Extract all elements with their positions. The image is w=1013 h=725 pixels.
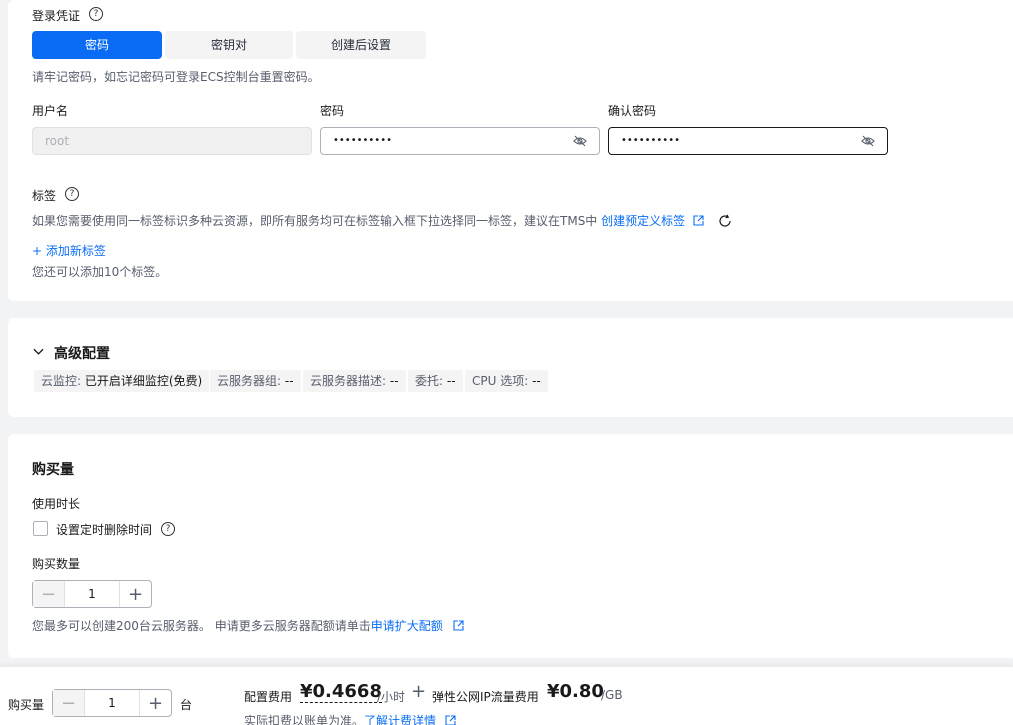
eip-fee-value: ¥0.80 — [547, 681, 604, 702]
plus-sign: + — [411, 681, 427, 702]
chip-server-group-value: -- — [284, 374, 294, 388]
footer-qty-label: 购买量 — [8, 698, 45, 712]
tags-hint-row: 如果您需要使用同一标签标识多种云资源，即所有服务均可在标签输入框下拉选择同一标签… — [32, 212, 732, 229]
eip-fee-label: 弹性公网IP流量费用 — [432, 690, 539, 704]
tab-password-label: 密码 — [84, 38, 109, 52]
create-predefined-tag-link[interactable]: 创建预定义标签 — [601, 214, 685, 228]
external-link-icon[interactable] — [445, 715, 456, 725]
footer-quantity-stepper[interactable]: − 1 + — [52, 689, 172, 717]
quantity-decrement-button[interactable]: − — [33, 581, 65, 607]
footer-bar: 购买量 − 1 + 台 配置费用 ¥0.4668 /小时 + 弹性公网IP流量费… — [0, 667, 1013, 725]
chip-monitoring-value: 已开启详细监控(免费) — [84, 374, 203, 388]
chip-monitoring-key: 云监控: — [41, 374, 85, 388]
chip-server-group-key: 云服务器组: — [217, 374, 285, 388]
schedule-delete-help-icon[interactable]: ? — [161, 522, 175, 536]
tab-set-later[interactable]: 创建后设置 — [296, 31, 426, 59]
footer-decrement-button[interactable]: − — [53, 690, 85, 716]
password-value: •••••••••• — [333, 135, 392, 146]
tags-hint: 如果您需要使用同一标签标识多种云资源，即所有服务均可在标签输入框下拉选择同一标签… — [32, 214, 598, 228]
tab-keypair[interactable]: 密钥对 — [165, 31, 293, 59]
footer-qty-unit: 台 — [180, 698, 193, 712]
password-label: 密码 — [320, 104, 345, 118]
password-field[interactable]: •••••••••• — [320, 127, 600, 155]
username-field: root — [32, 127, 312, 155]
tab-password[interactable]: 密码 — [32, 31, 162, 59]
login-title: 登录凭证 — [32, 9, 81, 23]
footer-quantity-value[interactable]: 1 — [85, 690, 139, 716]
external-link-icon[interactable] — [453, 620, 464, 631]
chevron-down-icon[interactable] — [33, 348, 44, 356]
confirm-password-value: •••••••••• — [621, 135, 680, 146]
schedule-delete-label[interactable]: 设置定时删除时间 — [56, 521, 152, 538]
quantity-value[interactable]: 1 — [65, 581, 119, 607]
chip-cpu-options-value: -- — [532, 374, 541, 388]
chip-description-value: -- — [389, 374, 399, 388]
schedule-delete-checkbox[interactable] — [33, 521, 48, 536]
eye-hidden-icon[interactable] — [861, 135, 875, 147]
config-fee-label: 配置费用 — [244, 690, 293, 704]
quota-hint-row: 您最多可以创建200台云服务器。 申请更多云服务器配额请单击申请扩大配额 — [32, 617, 464, 634]
tags-help-icon[interactable]: ? — [65, 187, 79, 201]
chip-description: 云服务器描述: -- — [303, 370, 406, 392]
tags-title: 标签 — [32, 189, 57, 203]
chip-agency-value: -- — [446, 374, 456, 388]
chip-server-group: 云服务器组: -- — [210, 370, 301, 392]
password-hint: 请牢记密码，如忘记密码可登录ECS控制台重置密码。 — [32, 70, 320, 84]
username-value: root — [45, 134, 70, 148]
quantity-label: 购买数量 — [32, 557, 81, 571]
duration-label: 使用时长 — [32, 497, 81, 511]
quantity-increment-button[interactable]: + — [119, 581, 151, 607]
footer-increment-button[interactable]: + — [139, 690, 171, 716]
purchase-title: 购买量 — [32, 462, 74, 478]
billing-note-row: 实际扣费以账单为准。了解计费详情 — [244, 712, 456, 725]
refresh-icon[interactable] — [718, 214, 732, 228]
chip-agency-key: 委托: — [415, 374, 447, 388]
eye-hidden-icon[interactable] — [573, 135, 587, 147]
login-help-icon[interactable]: ? — [89, 7, 103, 21]
tab-keypair-label: 密钥对 — [210, 38, 247, 52]
billing-note: 实际扣费以账单为准。 — [244, 714, 365, 725]
config-fee-value[interactable]: ¥0.4668 — [300, 681, 382, 703]
config-fee-unit: /小时 — [377, 690, 406, 704]
add-tag-link[interactable]: + 添加新标签 — [32, 242, 106, 259]
apply-quota-link[interactable]: 申请扩大配额 — [371, 619, 443, 633]
chip-monitoring: 云监控: 已开启详细监控(免费) — [34, 370, 210, 392]
external-link-icon[interactable] — [693, 215, 704, 226]
confirm-password-field[interactable]: •••••••••• — [608, 127, 888, 155]
quantity-stepper[interactable]: − 1 + — [32, 580, 152, 608]
confirm-password-label: 确认密码 — [608, 104, 657, 118]
advanced-title[interactable]: 高级配置 — [54, 343, 110, 363]
quota-hint: 您最多可以创建200台云服务器。 申请更多云服务器配额请单击 — [32, 619, 371, 633]
advanced-card — [8, 318, 1013, 417]
chip-description-key: 云服务器描述: — [310, 374, 390, 388]
chip-agency: 委托: -- — [408, 370, 463, 392]
tags-remaining: 您还可以添加10个标签。 — [32, 265, 168, 279]
chip-cpu-options-key: CPU 选项: — [472, 374, 533, 388]
eip-fee-unit: /GB — [601, 688, 623, 702]
billing-detail-link[interactable]: 了解计费详情 — [364, 714, 436, 725]
username-label: 用户名 — [32, 104, 69, 118]
tab-set-later-label: 创建后设置 — [330, 38, 391, 52]
chip-cpu-options: CPU 选项: -- — [465, 370, 548, 392]
